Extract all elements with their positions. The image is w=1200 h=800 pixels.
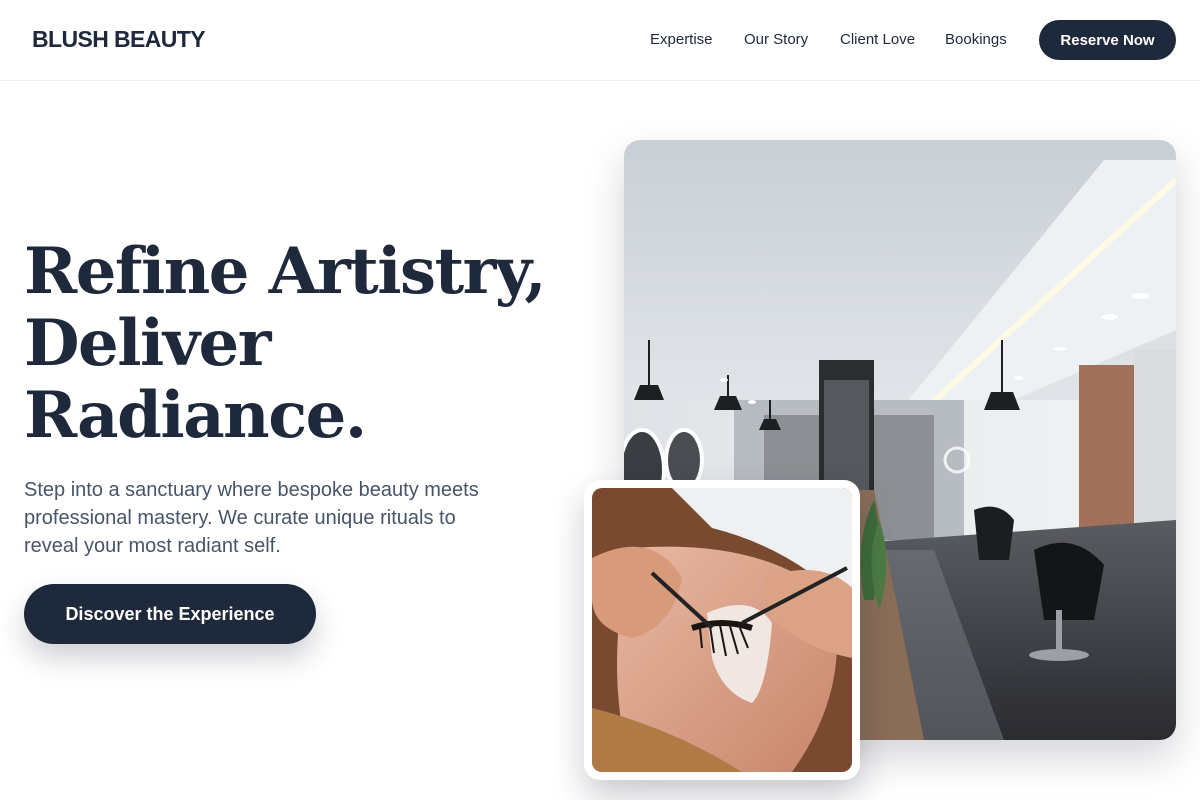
nav-link-client-love[interactable]: Client Love bbox=[840, 31, 915, 48]
headline-line-2: Deliver bbox=[24, 306, 271, 381]
brand-logo[interactable]: BLUSH BEAUTY bbox=[32, 26, 206, 53]
reserve-now-button[interactable]: Reserve Now bbox=[1039, 20, 1176, 60]
nav-link-our-story[interactable]: Our Story bbox=[744, 31, 808, 48]
lash-photo-card bbox=[584, 480, 860, 780]
nav-link-expertise[interactable]: Expertise bbox=[650, 31, 713, 48]
nav-link-bookings[interactable]: Bookings bbox=[945, 31, 1007, 48]
discover-experience-button[interactable]: Discover the Experience bbox=[24, 584, 316, 644]
headline-line-1: Refine Artistry, bbox=[24, 234, 547, 309]
headline-line-3: Radiance. bbox=[24, 378, 367, 453]
hero-headline: Refine Artistry, Deliver Radiance. bbox=[24, 236, 584, 452]
lash-extension-photo bbox=[592, 488, 852, 772]
site-header: BLUSH BEAUTY Expertise Our Story Client … bbox=[0, 0, 1200, 81]
hero-subtext: Step into a sanctuary where bespoke beau… bbox=[24, 479, 479, 557]
